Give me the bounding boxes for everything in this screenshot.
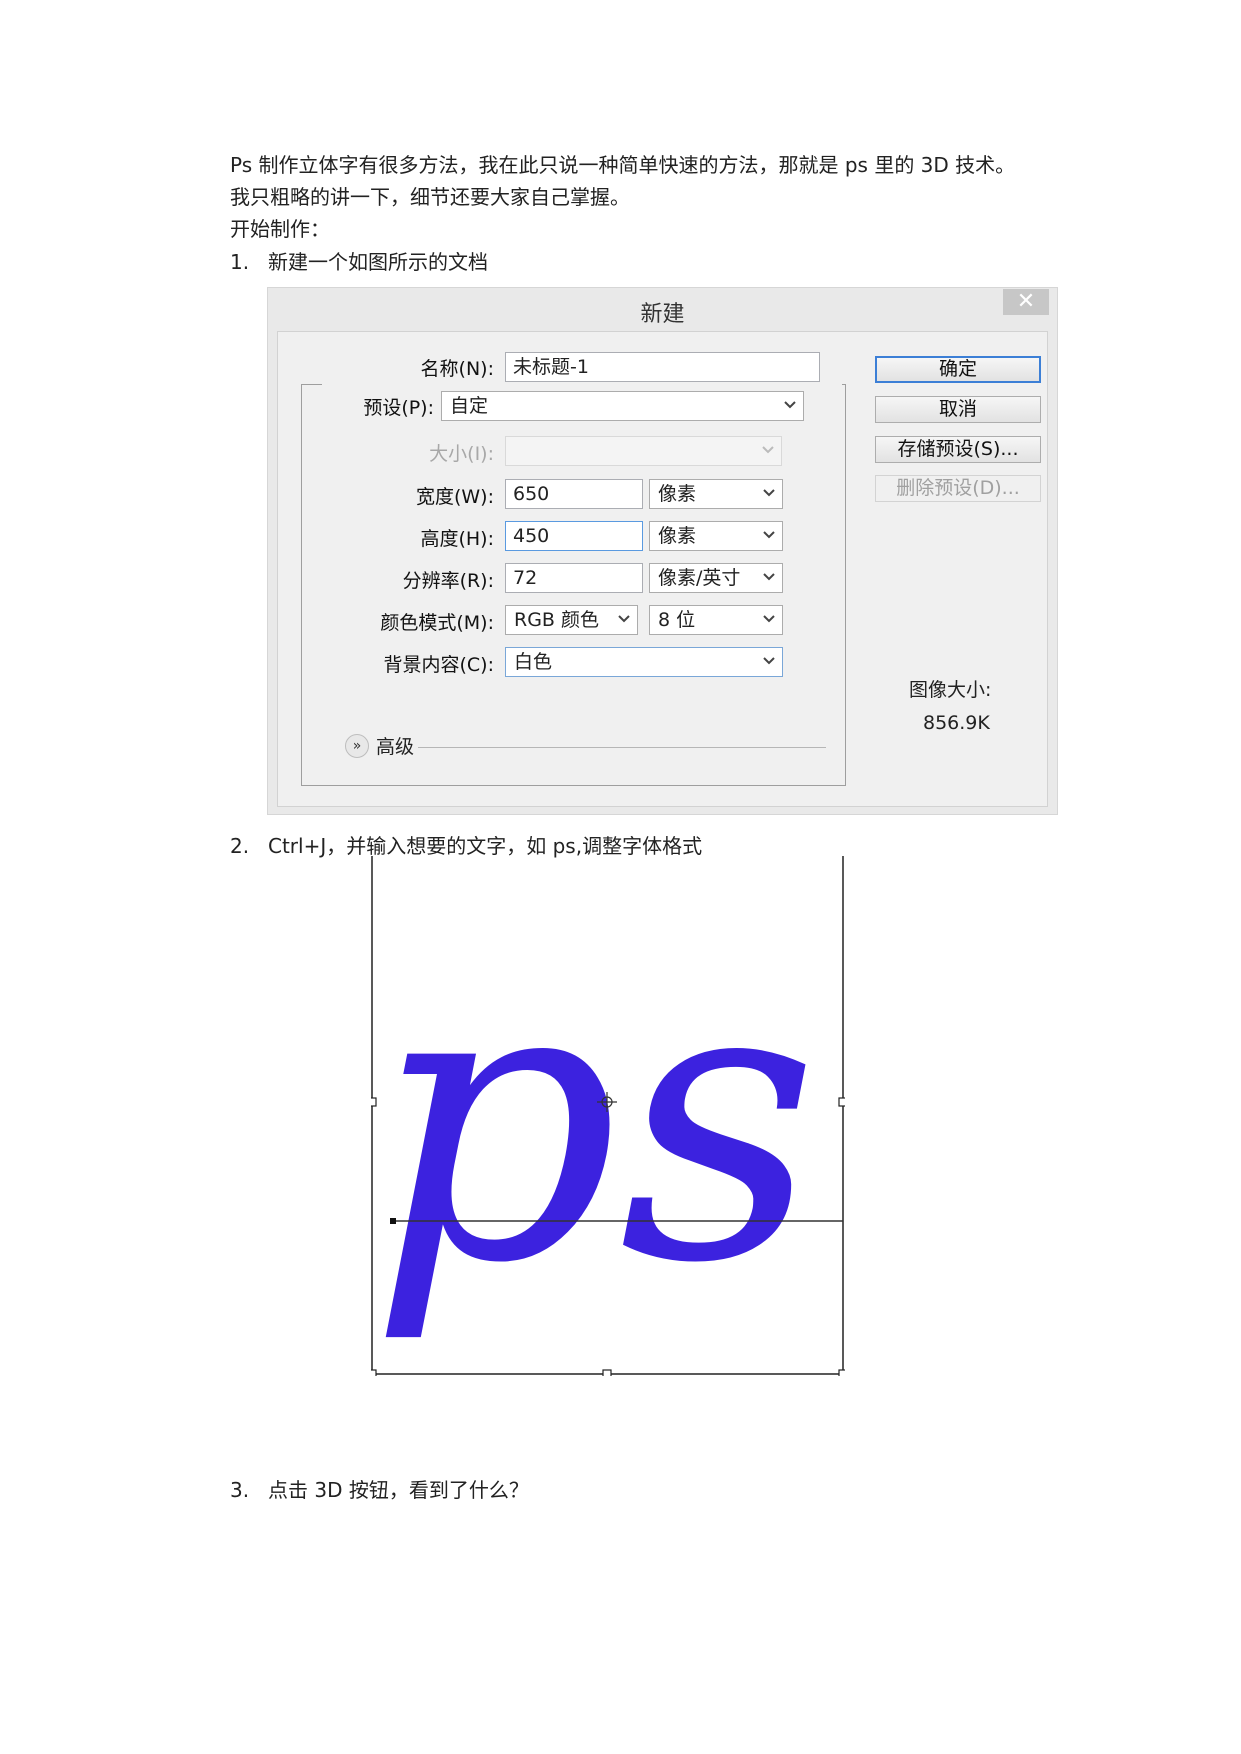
resolution-input[interactable]: 72 — [505, 563, 643, 593]
intro-line-2: 我只粗略的讲一下，细节还要大家自己掌握。 — [230, 185, 630, 209]
dialog-title: 新建 — [640, 302, 685, 327]
resolution-label: 分辨率(R): — [402, 570, 494, 592]
intro-line-3: 开始制作： — [230, 217, 330, 241]
height-input[interactable]: 450 — [505, 521, 643, 551]
close-icon[interactable]: ✕ — [1003, 289, 1049, 315]
chevron-down-icon — [763, 615, 775, 623]
background-value: 白色 — [514, 651, 553, 673]
ps-text: ps — [371, 894, 819, 1348]
chevron-down-icon — [763, 531, 775, 539]
transform-handle[interactable] — [602, 1369, 612, 1379]
color-mode-label: 颜色模式(M): — [380, 612, 494, 634]
height-unit-select[interactable]: 像素 — [649, 521, 783, 551]
ps-text-canvas: ps — [367, 856, 848, 1379]
chevron-down-icon — [763, 657, 775, 665]
transform-handle[interactable] — [838, 1097, 848, 1107]
chevron-down-icon — [784, 401, 796, 409]
background-label: 背景内容(C): — [383, 654, 495, 676]
expand-advanced-icon[interactable]: » — [345, 734, 369, 758]
advanced-divider — [418, 747, 826, 748]
preset-value: 自定 — [450, 395, 489, 417]
resolution-unit-select[interactable]: 像素/英寸 — [649, 563, 783, 593]
width-input[interactable]: 650 — [505, 479, 643, 509]
dialog-body: 名称(N): 未标题-1 预设(P): 自定 大小(I): 宽度(W): 650… — [277, 331, 1048, 807]
new-document-dialog: 新建 ✕ 名称(N): 未标题-1 预设(P): 自定 大小(I): 宽度(W)… — [267, 287, 1058, 815]
bit-depth-value: 8 位 — [658, 609, 696, 631]
chevron-down-icon — [618, 615, 630, 623]
chevron-down-icon — [763, 573, 775, 581]
height-unit-value: 像素 — [658, 525, 697, 547]
step-1-text: 新建一个如图所示的文档 — [268, 250, 488, 274]
name-input[interactable]: 未标题-1 — [505, 352, 820, 382]
step-3-number: 3. — [230, 1478, 250, 1502]
step-2-number: 2. — [230, 834, 250, 858]
intro-line-1: Ps 制作立体字有很多方法，我在此只说一种简单快速的方法，那就是 ps 里的 3… — [230, 153, 1016, 177]
transform-handle[interactable] — [367, 1097, 377, 1107]
image-size-value: 856.9K — [923, 712, 990, 734]
preset-label: 预设(P): — [363, 397, 434, 419]
chevron-down-icon — [763, 489, 775, 497]
height-label: 高度(H): — [420, 528, 494, 550]
width-unit-select[interactable]: 像素 — [649, 479, 783, 509]
background-select[interactable]: 白色 — [505, 647, 783, 677]
resolution-unit-value: 像素/英寸 — [658, 567, 741, 589]
name-label: 名称(N): — [420, 358, 494, 380]
save-preset-button[interactable]: 存储预设(S)... — [875, 436, 1041, 463]
chevron-down-icon — [762, 446, 774, 454]
color-mode-select[interactable]: RGB 颜色 — [505, 605, 638, 635]
image-size-label: 图像大小: — [909, 679, 992, 701]
size-label: 大小(I): — [429, 443, 494, 465]
bit-depth-select[interactable]: 8 位 — [649, 605, 783, 635]
transform-handle[interactable] — [367, 1369, 377, 1379]
color-mode-value: RGB 颜色 — [514, 609, 599, 631]
delete-preset-button: 删除预设(D)... — [875, 475, 1041, 502]
width-unit-value: 像素 — [658, 483, 697, 505]
step-3-text: 点击 3D 按钮，看到了什么？ — [268, 1478, 529, 1502]
cancel-button[interactable]: 取消 — [875, 396, 1041, 423]
transform-box: ps — [367, 856, 848, 1379]
ok-button[interactable]: 确定 — [875, 356, 1041, 383]
size-select — [505, 436, 782, 466]
step-1-number: 1. — [230, 250, 250, 274]
advanced-label[interactable]: 高级 — [376, 732, 414, 759]
transform-handle[interactable] — [838, 1369, 848, 1379]
preset-select[interactable]: 自定 — [441, 391, 804, 421]
width-label: 宽度(W): — [415, 486, 494, 508]
